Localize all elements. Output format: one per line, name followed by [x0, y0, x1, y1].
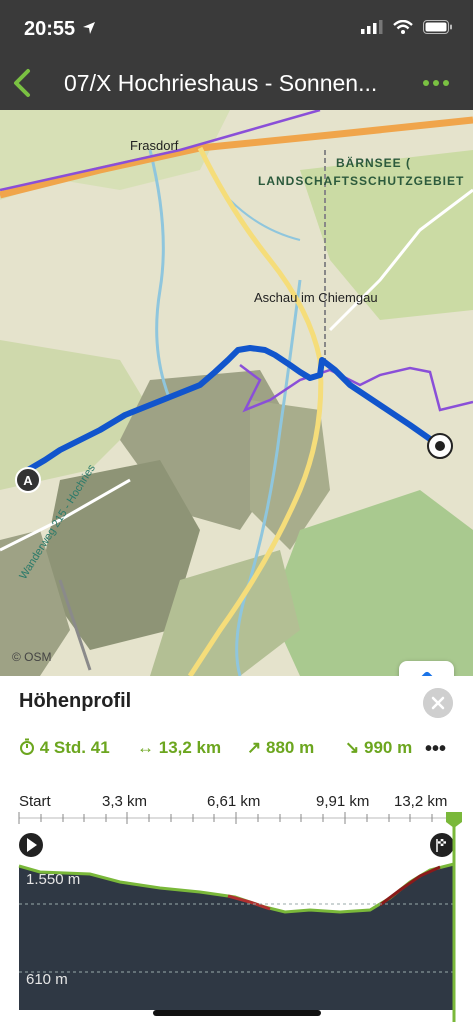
map-view[interactable]: Frasdorf BÄRNSEE ( LANDSCHAFTSSCHUTZGEBI… [0, 110, 473, 676]
duration-stat: 4 Std. 41 [19, 738, 110, 758]
distance-arrows-icon: ↔ [137, 738, 154, 757]
label-aschau: Aschau im Chiemgau [254, 290, 378, 305]
location-arrow-icon [83, 22, 95, 34]
wifi-icon [393, 20, 413, 34]
elevation-panel: Höhenprofil 4 Std. 41 ↔ 13,2 km ↗ 880 m … [0, 676, 473, 1024]
ascent-value: 880 m [265, 738, 315, 757]
battery-icon [423, 20, 452, 34]
descent-stat: ↘ 990 m [345, 738, 412, 758]
distance-value: 13,2 km [158, 738, 222, 757]
home-indicator [153, 1010, 321, 1016]
panel-title: Höhenprofil [19, 690, 132, 712]
map-canvas[interactable]: Frasdorf BÄRNSEE ( LANDSCHAFTSSCHUTZGEBI… [0, 110, 473, 676]
ascent-arrow-icon: ↗ [247, 738, 262, 757]
status-time: 20:55 [24, 18, 76, 40]
route-stats: 4 Std. 41 ↔ 13,2 km ↗ 880 m ↘ 990 m [19, 738, 439, 762]
profile-start-icon [19, 833, 43, 857]
end-marker[interactable] [427, 433, 453, 459]
nav-bar: 07/X Hochrieshaus - Sonnen... [0, 58, 473, 110]
descent-arrow-icon: ↘ [345, 738, 360, 757]
descent-value: 990 m [363, 738, 413, 757]
axis-label-9km: 9,91 km [316, 793, 370, 810]
start-marker[interactable]: A [15, 467, 41, 493]
map-attribution[interactable]: © OSM [12, 650, 52, 664]
back-chevron-icon[interactable] [10, 66, 40, 100]
axis-label-start: Start [19, 793, 51, 810]
elevation-label-low: 610 m [26, 971, 68, 988]
page-title: 07/X Hochrieshaus - Sonnen... [64, 70, 378, 96]
distance-axis: Start 3,3 km 6,61 km 9,91 km 13,2 km [19, 793, 459, 813]
label-barnsee-2: LANDSCHAFTSSCHUTZGEBIET [258, 174, 464, 188]
stats-more-icon[interactable]: ••• [425, 738, 446, 761]
axis-label-6km: 6,61 km [207, 793, 261, 810]
duration-value: 4 Std. 41 [39, 738, 110, 757]
elevation-label-high: 1.550 m [26, 871, 80, 888]
axis-label-3km: 3,3 km [102, 793, 148, 810]
status-icons [361, 20, 453, 34]
stopwatch-icon [20, 738, 34, 755]
status-bar: 20:55 [0, 0, 473, 58]
more-options-icon[interactable] [421, 68, 451, 98]
label-barnsee-1: BÄRNSEE ( [336, 155, 411, 170]
ascent-stat: ↗ 880 m [247, 738, 314, 758]
profile-finish-icon [430, 833, 454, 857]
elevation-profile[interactable]: 1.550 m 610 m [0, 812, 473, 1024]
map-controls [399, 661, 454, 676]
distance-stat: ↔ 13,2 km [137, 738, 221, 758]
label-frasdorf: Frasdorf [130, 138, 179, 153]
axis-label-13km: 13,2 km [394, 793, 448, 810]
close-icon[interactable] [423, 688, 453, 718]
start-marker-label: A [23, 473, 33, 488]
signal-icon [361, 20, 383, 34]
